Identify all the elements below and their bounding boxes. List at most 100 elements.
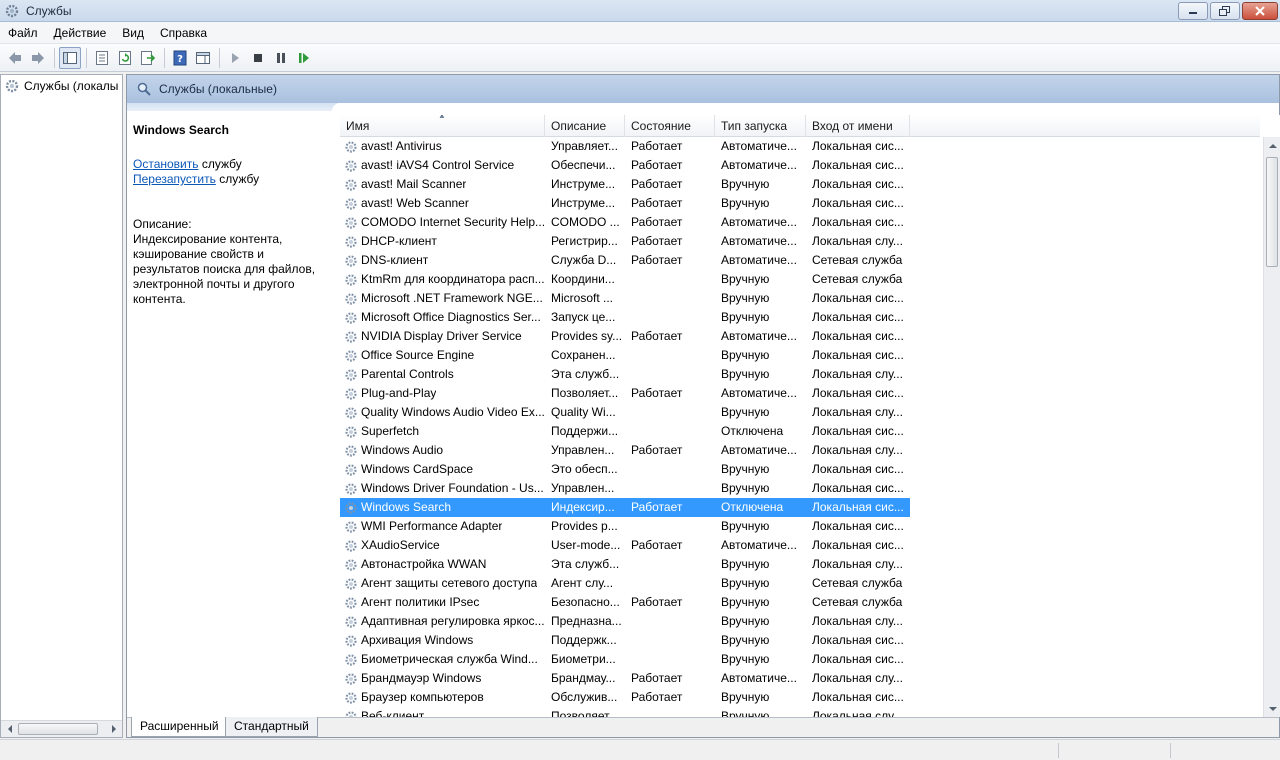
back-button[interactable] — [4, 47, 26, 69]
cell-status — [631, 460, 715, 479]
menu-view[interactable]: Вид — [114, 23, 152, 43]
minimize-icon — [1189, 12, 1197, 14]
scroll-thumb[interactable] — [1266, 157, 1278, 267]
menu-file[interactable]: Файл — [0, 23, 46, 43]
service-name-text: Superfetch — [361, 424, 420, 438]
table-row[interactable]: Microsoft Office Diagnostics Ser... Запус… — [340, 308, 1260, 327]
table-row[interactable]: Биометрическая служба Wind... Биометри...… — [340, 650, 1260, 669]
table-row[interactable]: Браузер компьютеров Обслужив... Работает Вр… — [340, 688, 1260, 707]
table-row[interactable]: Windows CardSpace Это обесп... Вручную Лока… — [340, 460, 1260, 479]
export-list-button[interactable] — [137, 47, 159, 69]
service-name-text: DHCP-клиент — [361, 234, 437, 248]
cell-status: Работает — [631, 139, 683, 153]
show-hide-console-tree-button[interactable] — [59, 46, 81, 69]
cell-startup-type: Вручную — [721, 367, 770, 381]
cell-startup-type: Автоматиче... — [721, 329, 797, 343]
scroll-down-button[interactable] — [1264, 700, 1280, 717]
table-row[interactable]: XAudioService User-mode... Работает Автомат… — [340, 536, 1260, 555]
table-row[interactable]: Агент политики IPsec Безопасно... Работает… — [340, 593, 1260, 612]
list-vertical-scrollbar[interactable] — [1263, 137, 1280, 717]
table-row[interactable]: avast! Antivirus Управляет... Работает Авто… — [340, 137, 1260, 156]
scroll-thumb[interactable] — [18, 723, 98, 735]
column-header-status[interactable]: Состояние — [625, 115, 715, 137]
scroll-right-button[interactable] — [105, 721, 122, 737]
column-header-log-on-as[interactable]: Вход от имени — [806, 115, 910, 137]
column-header-name[interactable]: ▲ Имя — [340, 115, 545, 137]
cell-description: Индексир... — [551, 500, 615, 514]
table-row[interactable]: Windows Audio Управлен... Работает Автомати… — [340, 441, 1260, 460]
table-row[interactable]: avast! Web Scanner Инструме... Работает Вру… — [340, 194, 1260, 213]
table-row[interactable]: Office Source Engine Сохранен... Вручную Ло… — [340, 346, 1260, 365]
menu-action[interactable]: Действие — [46, 23, 115, 43]
cell-service-name: XAudioService — [344, 536, 544, 555]
description-text: Индексирование контента, кэширование сво… — [133, 232, 316, 306]
table-row[interactable]: WMI Performance Adapter Provides p... Вруч… — [340, 517, 1260, 536]
tree-horizontal-scrollbar[interactable] — [1, 720, 122, 737]
table-row[interactable]: Брандмауэр Windows Брандмау... Работает Авт… — [340, 669, 1260, 688]
restart-service-suffix: службу — [215, 172, 260, 186]
restart-icon — [299, 52, 309, 63]
table-row[interactable]: Адаптивная регулировка яркос... Предназна… — [340, 612, 1260, 631]
service-gear-icon — [345, 311, 357, 324]
scroll-up-button[interactable] — [1264, 137, 1280, 154]
menu-help[interactable]: Справка — [152, 23, 215, 43]
table-row-cells: NVIDIA Display Driver Service Provides sy… — [340, 327, 910, 346]
start-service-button[interactable] — [224, 47, 246, 69]
table-row[interactable]: Superfetch Поддержи... Отключена Локальная … — [340, 422, 1260, 441]
cell-startup-type: Вручную — [721, 709, 770, 717]
tree-item-services-local[interactable]: Службы (локалы — [4, 78, 122, 94]
cell-log-on-as: Сетевая служба — [812, 576, 903, 590]
stop-service-button[interactable] — [247, 47, 269, 69]
table-row[interactable]: DNS-клиент Служба D... Работает Автоматиче.… — [340, 251, 1260, 270]
cell-description: Регистрир... — [551, 234, 618, 248]
service-gear-icon — [345, 558, 357, 571]
cell-service-name: Windows Audio — [344, 441, 544, 460]
table-row[interactable]: Plug-and-Play Позволяет... Работает Автомат… — [340, 384, 1260, 403]
table-row-cells: Parental Controls Эта служб... Вручную Лока… — [340, 365, 910, 384]
table-row[interactable]: DHCP-клиент Регистрир... Работает Автоматич… — [340, 232, 1260, 251]
service-name-text: XAudioService — [361, 538, 440, 552]
stop-service-link[interactable]: Остановить — [133, 157, 199, 171]
properties-list-button[interactable] — [91, 47, 113, 69]
show-action-pane-button[interactable] — [192, 47, 214, 69]
table-row[interactable]: avast! Mail Scanner Инструме... Работает Вр… — [340, 175, 1260, 194]
table-row-cells: KtmRm для координатора расп... Координи..… — [340, 270, 910, 289]
table-row[interactable]: Parental Controls Эта служб... Вручную Лока… — [340, 365, 1260, 384]
table-row[interactable]: Агент защиты сетевого доступа Агент слу..… — [340, 574, 1260, 593]
cell-log-on-as: Локальная слу... — [812, 671, 903, 685]
table-row[interactable]: COMODO Internet Security Help... COMODO .… — [340, 213, 1260, 232]
restore-button[interactable] — [1210, 2, 1240, 20]
refresh-icon — [119, 50, 131, 65]
svg-text:?: ? — [177, 54, 183, 65]
tab-extended[interactable]: Расширенный — [131, 717, 228, 737]
cell-service-name: NVIDIA Display Driver Service — [344, 327, 544, 346]
table-row[interactable]: Автонастройка WWAN Эта служб... Вручную Лок… — [340, 555, 1260, 574]
column-header-description[interactable]: Описание — [545, 115, 625, 137]
table-row[interactable]: avast! iAVS4 Control Service Обеспечи... Р… — [340, 156, 1260, 175]
table-row[interactable]: Windows Search Индексир... Работает Отключе… — [340, 498, 1260, 517]
cell-description: Координи... — [551, 272, 615, 286]
service-name-text: Адаптивная регулировка яркос... — [361, 614, 544, 628]
table-row[interactable]: Архивация Windows Поддержк... Вручную Локал… — [340, 631, 1260, 650]
table-row[interactable]: Веб-клиент Позволяет... Вручную Локальная с… — [340, 707, 1260, 717]
refresh-button[interactable] — [114, 47, 136, 69]
table-row[interactable]: KtmRm для координатора расп... Координи..… — [340, 270, 1260, 289]
title-bar: Службы — [0, 0, 1280, 22]
column-header-startup-type[interactable]: Тип запуска — [715, 115, 806, 137]
forward-button[interactable] — [27, 47, 49, 69]
cell-description: Обслужив... — [551, 690, 618, 704]
table-row[interactable]: Microsoft .NET Framework NGE... Microsoft… — [340, 289, 1260, 308]
tab-standard[interactable]: Стандартный — [225, 717, 318, 737]
table-row[interactable]: NVIDIA Display Driver Service Provides sy… — [340, 327, 1260, 346]
main-pane-title: Службы (локальные) — [159, 82, 277, 96]
pause-service-button[interactable] — [270, 47, 292, 69]
cell-log-on-as: Сетевая служба — [812, 272, 903, 286]
restart-service-link[interactable]: Перезапустить — [133, 172, 216, 186]
minimize-button[interactable] — [1178, 2, 1208, 20]
table-row[interactable]: Quality Windows Audio Video Ex... Quality… — [340, 403, 1260, 422]
help-button[interactable]: ? — [169, 47, 191, 69]
restart-service-button[interactable] — [293, 47, 315, 69]
table-row[interactable]: Windows Driver Foundation - Us... Управле… — [340, 479, 1260, 498]
scroll-left-button[interactable] — [1, 721, 18, 737]
close-button[interactable] — [1242, 2, 1278, 20]
